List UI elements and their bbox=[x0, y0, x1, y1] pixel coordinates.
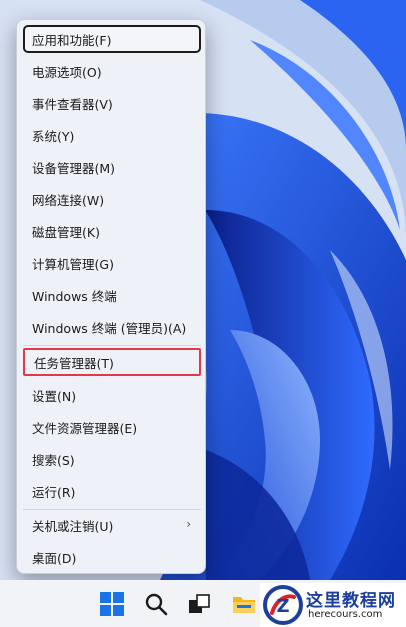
menu-item-windows-terminal[interactable]: Windows 终端 bbox=[23, 281, 201, 309]
menu-item-device-manager[interactable]: 设备管理器(M) bbox=[23, 153, 201, 181]
menu-item-power-options[interactable]: 电源选项(O) bbox=[23, 57, 201, 85]
menu-item-settings[interactable]: 设置(N) bbox=[23, 381, 201, 409]
menu-item-network-connections[interactable]: 网络连接(W) bbox=[23, 185, 201, 213]
search-icon[interactable] bbox=[143, 591, 169, 617]
menu-item-label: 关机或注销(U) bbox=[32, 518, 114, 534]
menu-item-task-manager[interactable]: 任务管理器(T) bbox=[23, 348, 201, 376]
menu-divider bbox=[23, 345, 201, 346]
menu-item-label: 搜索(S) bbox=[32, 452, 75, 468]
winx-context-menu: 应用和功能(F) 电源选项(O) 事件查看器(V) 系统(Y) 设备管理器(M)… bbox=[16, 19, 206, 574]
task-view-icon[interactable] bbox=[186, 591, 212, 617]
menu-item-run[interactable]: 运行(R) bbox=[23, 477, 201, 505]
menu-item-label: 任务管理器(T) bbox=[34, 355, 114, 371]
menu-item-label: Windows 终端 (管理员)(A) bbox=[32, 320, 187, 336]
menu-item-label: 文件资源管理器(E) bbox=[32, 420, 138, 436]
svg-text:Z: Z bbox=[276, 596, 289, 617]
watermark-url: herecours.com bbox=[308, 609, 383, 620]
menu-item-computer-management[interactable]: 计算机管理(G) bbox=[23, 249, 201, 277]
menu-item-shutdown-signout[interactable]: 关机或注销(U) › bbox=[23, 511, 201, 539]
menu-item-label: 应用和功能(F) bbox=[32, 32, 112, 48]
file-explorer-icon[interactable] bbox=[231, 591, 257, 617]
menu-item-apps-and-features[interactable]: 应用和功能(F) bbox=[23, 25, 201, 53]
menu-item-label: 事件查看器(V) bbox=[32, 96, 113, 112]
site-watermark: Z 这里教程网 herecours.com bbox=[260, 583, 406, 627]
menu-item-label: 系统(Y) bbox=[32, 128, 75, 144]
menu-item-label: 网络连接(W) bbox=[32, 192, 105, 208]
menu-item-windows-terminal-admin[interactable]: Windows 终端 (管理员)(A) bbox=[23, 313, 201, 341]
start-windows-icon[interactable] bbox=[99, 591, 125, 617]
menu-item-label: 设置(N) bbox=[32, 388, 77, 404]
menu-item-label: 桌面(D) bbox=[32, 550, 77, 566]
menu-item-disk-management[interactable]: 磁盘管理(K) bbox=[23, 217, 201, 245]
menu-item-file-explorer[interactable]: 文件资源管理器(E) bbox=[23, 413, 201, 441]
menu-item-label: 电源选项(O) bbox=[32, 64, 102, 80]
menu-item-label: 设备管理器(M) bbox=[32, 160, 116, 176]
menu-item-label: 计算机管理(G) bbox=[32, 256, 114, 272]
watermark-title: 这里教程网 bbox=[306, 591, 396, 611]
site-logo-icon: Z bbox=[263, 585, 303, 625]
menu-item-search[interactable]: 搜索(S) bbox=[23, 445, 201, 473]
menu-item-event-viewer[interactable]: 事件查看器(V) bbox=[23, 89, 201, 117]
menu-item-system[interactable]: 系统(Y) bbox=[23, 121, 201, 149]
chevron-right-icon: › bbox=[186, 517, 191, 531]
menu-item-label: 磁盘管理(K) bbox=[32, 224, 100, 240]
menu-item-label: 运行(R) bbox=[32, 484, 76, 500]
menu-item-desktop[interactable]: 桌面(D) bbox=[23, 543, 201, 571]
menu-divider bbox=[23, 509, 201, 510]
menu-item-label: Windows 终端 bbox=[32, 288, 117, 304]
